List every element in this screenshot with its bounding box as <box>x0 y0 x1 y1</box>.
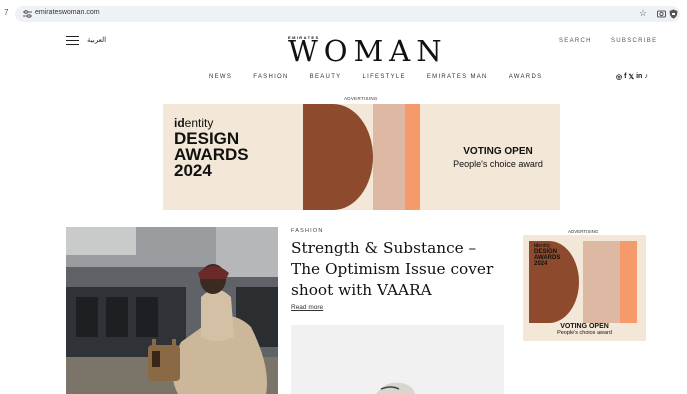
shield-icon[interactable] <box>669 9 678 19</box>
site-logo[interactable]: EMIRATES WOMAN <box>288 35 442 69</box>
tiktok-icon[interactable]: ♪ <box>644 73 648 81</box>
article-image[interactable] <box>66 227 278 394</box>
ad-brand-logo: identity <box>174 116 214 130</box>
article-headline[interactable]: Strength & Substance – The Optimism Issu… <box>291 238 506 301</box>
advertising-label: ADVERTISING <box>344 96 378 101</box>
search-link[interactable]: SEARCH <box>559 38 592 44</box>
nav-item-beauty[interactable]: BEAUTY <box>310 74 342 84</box>
ad-voting-text: VOTING OPEN People's choice award <box>453 146 543 169</box>
linkedin-icon[interactable]: in <box>636 73 642 81</box>
ad-graphic <box>303 104 420 210</box>
twitter-icon[interactable]: 𝕏 <box>628 73 634 81</box>
menu-icon[interactable] <box>66 36 79 46</box>
site-settings-icon[interactable] <box>23 10 32 18</box>
side-ad-title: DESIGN AWARDS 2024 <box>534 249 561 267</box>
article-category[interactable]: FASHION <box>291 228 324 234</box>
side-ad-voting-text: VOTING OPEN People's choice award <box>557 323 612 336</box>
bookmark-star-icon[interactable]: ☆ <box>639 8 647 19</box>
read-more-link[interactable]: Read more <box>291 304 323 311</box>
address-bar[interactable]: emirateswoman.com ☆ <box>15 6 680 22</box>
leaderboard-ad[interactable]: identity DESIGN AWARDS 2024 VOTING OPEN … <box>163 104 560 210</box>
side-advertising-label: ADVERTISING <box>568 229 599 234</box>
main-nav: NEWS FASHION BEAUTY LIFESTYLE EMIRATES M… <box>209 74 563 84</box>
nav-item-lifestyle[interactable]: LIFESTYLE <box>362 74 405 84</box>
logo-big-text: WOMAN <box>288 34 448 68</box>
facebook-icon[interactable]: f <box>624 73 626 81</box>
nav-item-emirates-man[interactable]: EMIRATES MAN <box>427 74 488 84</box>
camera-icon[interactable] <box>657 9 666 18</box>
url-text[interactable]: emirateswoman.com <box>35 9 100 16</box>
instagram-icon[interactable]: ◎ <box>616 73 622 81</box>
nav-item-fashion[interactable]: FASHION <box>253 74 288 84</box>
subscribe-link[interactable]: SUBSCRIBE <box>611 38 657 44</box>
second-article-image[interactable] <box>291 325 504 394</box>
social-links: ◎ f 𝕏 in ♪ <box>616 73 648 81</box>
side-ad[interactable]: identity DESIGN AWARDS 2024 VOTING OPEN … <box>523 235 646 341</box>
browser-toolbar: 7 emirateswoman.com ☆ <box>0 0 687 27</box>
nav-item-awards[interactable]: AWARDS <box>509 74 543 84</box>
nav-item-news[interactable]: NEWS <box>209 74 232 84</box>
back-button[interactable]: 7 <box>4 8 8 17</box>
ad-title: DESIGN AWARDS 2024 <box>174 129 249 180</box>
arabic-language-link[interactable]: العربية <box>87 36 106 44</box>
